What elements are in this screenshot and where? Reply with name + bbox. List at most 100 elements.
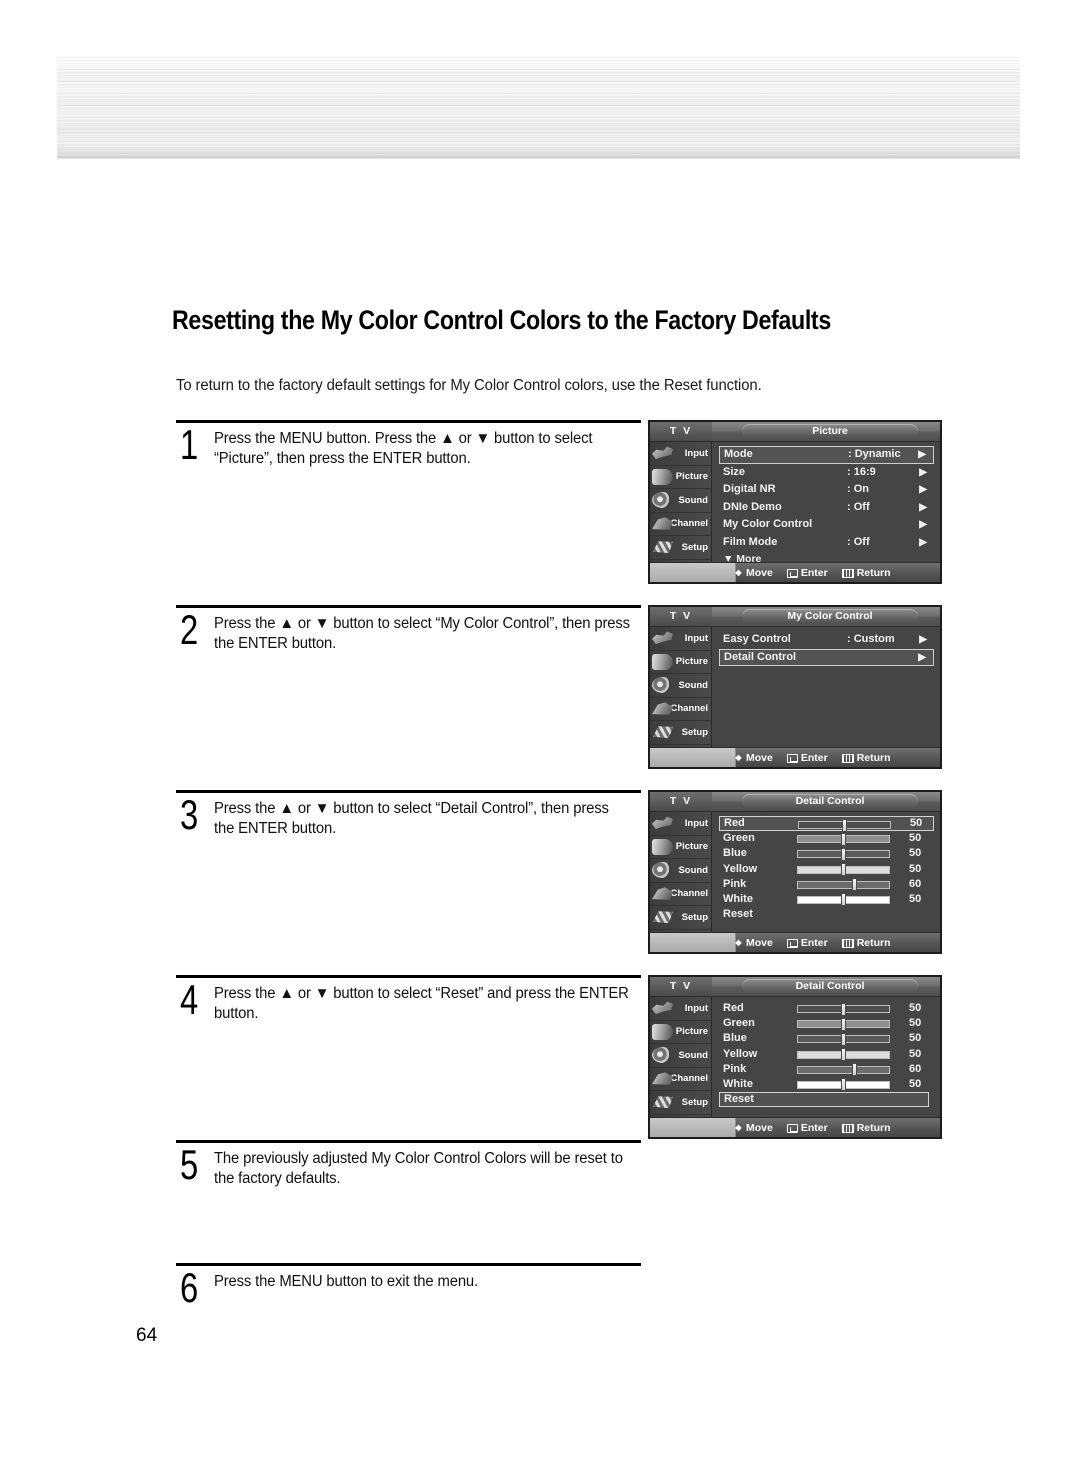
footer-move[interactable]: ◆ Move	[734, 1122, 772, 1134]
picture-icon	[652, 653, 673, 670]
slider-value: 50	[909, 1077, 922, 1090]
slider-knob[interactable]	[841, 1017, 846, 1031]
slider-row-green[interactable]: Green 50	[719, 831, 934, 846]
intro-paragraph: To return to the factory default setting…	[176, 377, 762, 394]
step-number: 2	[180, 606, 199, 653]
slider-knob[interactable]	[841, 893, 846, 907]
slider-knob[interactable]	[841, 1002, 846, 1016]
input-icon	[652, 446, 673, 460]
sidebar-item-channel[interactable]: Channel	[650, 698, 711, 721]
slider-knob[interactable]	[841, 1032, 846, 1046]
step-text: The previously adjusted My Color Control…	[214, 1150, 623, 1187]
sidebar-item-label: Input	[684, 817, 708, 829]
footer-enter[interactable]: Enter	[786, 752, 828, 764]
sidebar-item-channel[interactable]: Channel	[650, 1068, 711, 1091]
slider-row-white[interactable]: White 50	[719, 892, 934, 907]
step-divider	[176, 790, 641, 793]
sidebar-item-setup[interactable]: Setup	[650, 906, 711, 930]
sidebar-item-sound[interactable]: Sound	[650, 674, 711, 698]
sidebar-item-input[interactable]: Input	[650, 812, 711, 836]
slider-knob[interactable]	[852, 878, 858, 892]
sidebar-item-picture[interactable]: Picture	[650, 1021, 711, 1044]
slider-label: Red	[724, 817, 745, 829]
step-text: Press the ▲ or ▼ button to select “Reset…	[214, 985, 629, 1022]
sidebar-item-sound[interactable]: Sound	[650, 1044, 711, 1068]
slider-knob[interactable]	[841, 863, 846, 877]
slider-row-yellow[interactable]: Yellow 50	[719, 1047, 934, 1062]
slider-row-white[interactable]: White 50	[719, 1077, 934, 1092]
sidebar-item-label: Sound	[678, 1049, 708, 1061]
chevron-right-icon: ▶	[919, 536, 927, 548]
sidebar-item-setup[interactable]: Setup	[650, 1091, 711, 1115]
osd-panel-detail-control-menu-reset-selected: T V Detail Control Input Picture Sound Channe…	[648, 975, 942, 1139]
slider-row-red[interactable]: Red 50	[719, 1001, 934, 1016]
menu-row-film-mode[interactable]: Film Mode: Off ▶	[719, 534, 934, 552]
slider-row-pink[interactable]: Pink 60	[719, 1062, 934, 1077]
sidebar-item-setup[interactable]: Setup	[650, 536, 711, 560]
slider-knob[interactable]	[852, 1063, 858, 1077]
sidebar-item-channel[interactable]: Channel	[650, 513, 711, 536]
footer-return[interactable]: Return	[841, 567, 891, 579]
slider-row-reset[interactable]: Reset	[719, 907, 934, 922]
footer-return[interactable]: Return	[841, 752, 891, 764]
footer-enter[interactable]: Enter	[786, 567, 828, 579]
footer-enter[interactable]: Enter	[786, 1122, 828, 1134]
slider-track[interactable]	[797, 880, 890, 889]
sidebar-item-label: Channel	[670, 703, 708, 715]
sound-icon	[652, 492, 673, 508]
sidebar-item-input[interactable]: Input	[650, 627, 711, 651]
input-icon	[652, 1001, 673, 1015]
sidebar-item-channel[interactable]: Channel	[650, 883, 711, 906]
sidebar-item-picture[interactable]: Picture	[650, 836, 711, 859]
slider-row-blue[interactable]: Blue 50	[719, 1031, 934, 1046]
step-text: Press the MENU button. Press the ▲ or ▼ …	[214, 430, 593, 467]
footer-move[interactable]: ◆ Move	[734, 567, 772, 579]
sidebar-item-label: Picture	[675, 841, 708, 853]
osd-tv-label: T V	[650, 422, 712, 441]
step-divider	[176, 975, 641, 978]
footer-return[interactable]: Return	[841, 1122, 891, 1134]
menu-row-my-color-control[interactable]: My Color Control ▶	[719, 516, 934, 534]
menu-row-mode[interactable]: Mode: Dynamic ▶	[719, 446, 934, 464]
sidebar-item-picture[interactable]: Picture	[650, 466, 711, 489]
footer-move[interactable]: ◆ Move	[734, 937, 772, 949]
step-number: 3	[180, 791, 199, 838]
sidebar-item-setup[interactable]: Setup	[650, 721, 711, 745]
osd-content: Red 50 Green 50 Blue 50 Yellow 50 Pink 60 White 50 R…	[713, 812, 940, 932]
sidebar-item-input[interactable]: Input	[650, 997, 711, 1021]
slider-knob[interactable]	[841, 1048, 846, 1062]
menu-row-value: : Off	[847, 500, 870, 513]
slider-track[interactable]	[797, 1065, 890, 1074]
slider-row-green[interactable]: Green 50	[719, 1016, 934, 1031]
sidebar-item-input[interactable]: Input	[650, 442, 711, 466]
menu-row-value: : Dynamic	[848, 448, 901, 460]
menu-row-dnie-demo[interactable]: DNIe Demo: Off ▶	[719, 499, 934, 517]
slider-row-reset[interactable]: Reset	[719, 1092, 929, 1108]
sidebar-item-sound[interactable]: Sound	[650, 489, 711, 513]
footer-return[interactable]: Return	[841, 937, 891, 949]
menu-row-easy-control[interactable]: Easy Control: Custom ▶	[719, 631, 934, 649]
slider-row-pink[interactable]: Pink 60	[719, 877, 934, 892]
menu-row-size[interactable]: Size: 16:9 ▶	[719, 464, 934, 482]
slider-knob[interactable]	[842, 818, 847, 832]
sidebar-item-label: Channel	[670, 888, 708, 900]
footer-enter[interactable]: Enter	[786, 937, 828, 949]
sidebar-item-label: Channel	[670, 518, 708, 530]
sidebar-item-label: Input	[684, 447, 708, 459]
osd-footer-tab	[650, 748, 736, 767]
slider-knob[interactable]	[841, 832, 846, 846]
menu-row-detail-control[interactable]: Detail Control ▶	[719, 648, 934, 666]
footer-move[interactable]: ◆ Move	[734, 752, 772, 764]
osd-tv-label: T V	[650, 792, 712, 811]
slider-row-red[interactable]: Red 50	[719, 816, 934, 832]
slider-knob[interactable]	[841, 1078, 846, 1092]
osd-footer: ◆ Move Enter Return	[650, 747, 940, 767]
slider-row-yellow[interactable]: Yellow 50	[719, 862, 934, 877]
sidebar-item-sound[interactable]: Sound	[650, 859, 711, 883]
chevron-right-icon: ▶	[918, 651, 926, 663]
sidebar-item-picture[interactable]: Picture	[650, 651, 711, 674]
menu-row-label: Film Mode	[723, 535, 778, 548]
slider-row-blue[interactable]: Blue 50	[719, 846, 934, 861]
menu-row-digital-nr[interactable]: Digital NR: On ▶	[719, 481, 934, 499]
slider-knob[interactable]	[841, 847, 846, 861]
